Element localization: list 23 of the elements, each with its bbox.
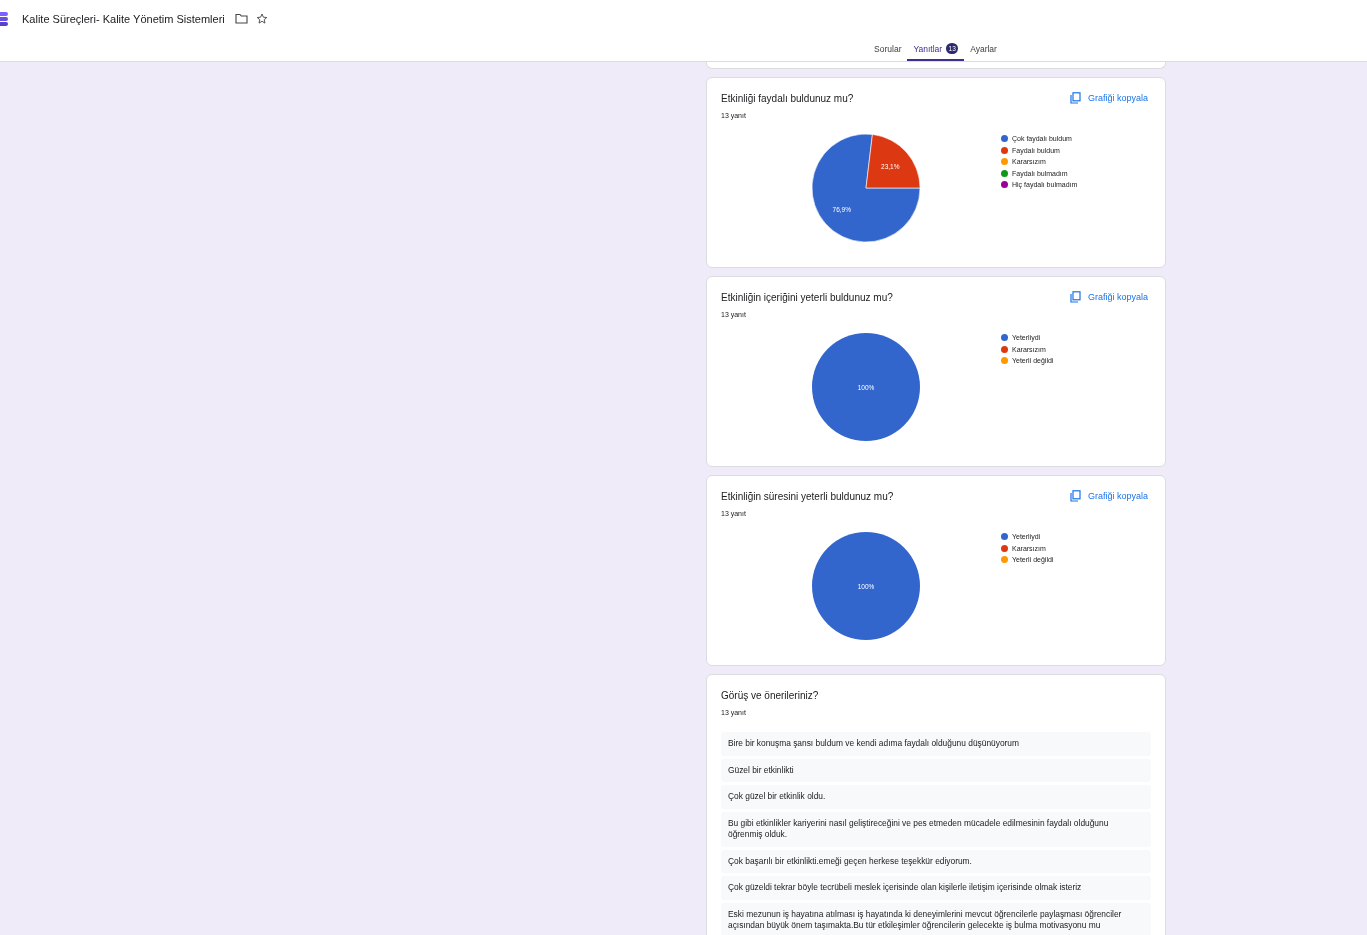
- tab[interactable]: Sorular: [868, 40, 908, 61]
- response-item: Çok başarılı bir etkinlikti.emeği geçen herkese teşekkür ediyorum.: [721, 849, 1151, 873]
- question-title: Etkinliği faydalı buldunuz mu?: [721, 92, 854, 104]
- tab[interactable]: Ayarlar: [964, 40, 1003, 61]
- response-item: Güzel bir etkinlikti: [721, 758, 1151, 782]
- copy-chart-button[interactable]: Grafiği kopyala: [1069, 91, 1151, 104]
- folder-icon[interactable]: [234, 13, 248, 24]
- response-item: Eski mezunun iş hayatına atılması iş hayatında ki deneyimlerini mevcut öğrencilerle paylaşması öğrenciler açısından büyük önem taşımakta.Bu tür etkileşimler öğrencilerin gelecekte iş bulma motivasyonu mu: [721, 902, 1151, 935]
- star-icon[interactable]: [255, 12, 268, 25]
- copy-icon: [1069, 290, 1081, 303]
- response-item: Bire bir konuşma şansı buldum ve kendi adıma faydalı olduğunu düşünüyorum: [721, 732, 1151, 756]
- copy-icon: [1069, 91, 1081, 104]
- copy-chart-button[interactable]: Grafiği kopyala: [1069, 489, 1151, 502]
- question-title: Etkinliğin süresini yeterli buldunuz mu?: [721, 490, 894, 502]
- question-title: Görüş ve önerileriniz?: [721, 689, 819, 701]
- response-item: Çok güzel bir etkinlik oldu.: [721, 785, 1151, 809]
- copy-icon: [1069, 489, 1081, 502]
- document-title: Kalite Süreçleri- Kalite Yönetim Sistemleri: [22, 12, 225, 25]
- response-item: Çok güzeldi tekrar böyle tecrübeli meslek içerisinde olan kişilerle iletişim içerisinde olmak isteriz: [721, 876, 1151, 900]
- copy-chart-button[interactable]: Grafiği kopyala: [1069, 290, 1151, 303]
- response-item: Bu gibi etkinlikler kariyerini nasıl geliştireceğini ve pes etmeden mücadele edilmesinin faydalı olduğunu öğrenmiş olduk.: [721, 811, 1151, 847]
- question-title: Etkinliğin içeriğini yeterli buldunuz mu?: [721, 291, 893, 303]
- stack-icon[interactable]: [0, 11, 9, 26]
